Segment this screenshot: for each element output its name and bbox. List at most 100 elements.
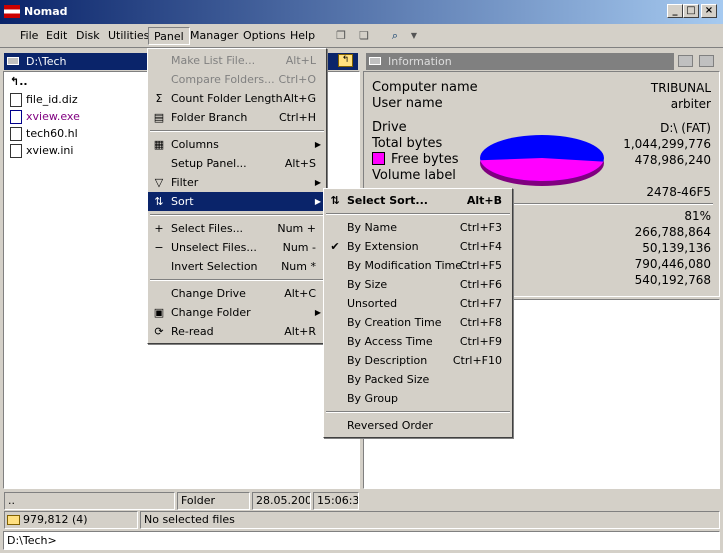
menu-panel[interactable]: Panel [148,27,190,45]
submenu-arrow-icon: ▶ [314,308,321,317]
menu-item-shortcut: Ctrl+O [278,73,316,86]
exe-icon [10,110,22,124]
count-folder-length-icon: Σ [155,92,163,105]
unselect-files-icon: − [154,241,164,254]
file-item[interactable]: xview.exe [10,109,80,125]
menu-item-shortcut: Ctrl+F8 [459,316,502,329]
close-button[interactable]: × [701,4,717,18]
menu-item-label: By Size [347,278,388,291]
menu-item-shortcut: Ctrl+F4 [459,240,502,253]
command-line[interactable]: D:\Tech> [3,531,720,550]
menu-item-shortcut: Num + [277,222,316,235]
sort-item-select-sort[interactable]: ⇅ Select Sort... Alt+B [324,191,512,210]
copy-icon[interactable]: ❐ [331,27,351,45]
menu-item-shortcut: Alt+S [284,157,316,170]
panel-item-invert-selection[interactable]: Invert Selection Num * [148,257,326,276]
menu-item-label: Re-read [171,325,214,338]
maximize-button[interactable]: □ [683,4,699,18]
menu-item-label: By Modification Time [347,259,463,272]
disk-usage-pie [480,135,604,186]
menu-separator [150,130,324,132]
panel-item-folder-branch[interactable]: ▤ Folder Branch Ctrl+H [148,108,326,127]
panel-item-compare-folders[interactable]: Compare Folders... Ctrl+O [148,70,326,89]
menu-item-shortcut: Ctrl+F5 [459,259,502,272]
panel-menu: Make List File... Alt+L Compare Folders...… [147,48,327,344]
menu-item-label: Invert Selection [171,260,258,273]
status-name: .. [4,492,175,510]
panel-item-unselect-files[interactable]: − Unselect Files... Num - [148,238,326,257]
menu-edit[interactable]: Edit [41,27,72,45]
submenu-arrow-icon: ▶ [314,197,321,206]
menu-help[interactable]: Help [285,27,320,45]
submenu-arrow-icon: ▶ [314,178,321,187]
sort-item-by-creation-time[interactable]: By Creation Time Ctrl+F8 [324,313,512,332]
sort-item-by-group[interactable]: By Group [324,389,512,408]
menu-options[interactable]: Options [238,27,290,45]
sort-item-unsorted[interactable]: Unsorted Ctrl+F7 [324,294,512,313]
filter-icon: ▽ [154,176,164,189]
find-icon[interactable]: ⌕ [385,27,405,45]
folder-up-icon[interactable]: ↰ [338,54,353,67]
folder-branch-icon: ▤ [153,111,165,124]
menu-item-shortcut: Num * [281,260,316,273]
menu-item-label: By Access Time [347,335,433,348]
panel-item-filter[interactable]: ▽ Filter ▶ [148,173,326,192]
menu-item-label: By Extension [347,240,419,253]
menu-item-shortcut: Alt+G [283,92,316,105]
left-path[interactable]: D:\Tech [26,55,67,68]
panel-item-change-drive[interactable]: Change Drive Alt+C [148,284,326,303]
sort-item-by-modification-time[interactable]: By Modification Time Ctrl+F5 [324,256,512,275]
sort-item-by-description[interactable]: By Description Ctrl+F10 [324,351,512,370]
sort-item-by-name[interactable]: By Name Ctrl+F3 [324,218,512,237]
bottom-size-status: 979,812 (4) [4,511,138,529]
file-item[interactable]: tech60.hl [10,126,78,142]
panel-item-sort[interactable]: ⇅ Sort ▶ [148,192,326,211]
menu-item-shortcut: Alt+L [285,54,316,67]
panel-item-columns[interactable]: ▦ Columns ▶ [148,135,326,154]
menu-item-shortcut: Num - [282,241,316,254]
panel-item-re-read[interactable]: ⟳ Re-read Alt+R [148,322,326,341]
folder-icon[interactable] [678,55,693,67]
menu-item-shortcut: Ctrl+F6 [459,278,502,291]
menu-separator [150,279,324,281]
status-type: Folder [177,492,250,510]
menu-item-label: Change Drive [171,287,246,300]
paste-icon[interactable]: ❏ [354,27,374,45]
panel-item-select-files[interactable]: + Select Files... Num + [148,219,326,238]
sort-item-reversed-order[interactable]: Reversed Order [324,416,512,435]
parent-dir-item[interactable]: ↰.. [10,74,28,90]
menu-item-shortcut: Ctrl+F3 [459,221,502,234]
sort-item-by-size[interactable]: By Size Ctrl+F6 [324,275,512,294]
menu-disk[interactable]: Disk [71,27,105,45]
drive-icon [7,57,19,65]
columns-icon: ▦ [153,138,165,151]
menu-item-shortcut: Ctrl+H [278,111,316,124]
menu-item-label: Reversed Order [347,419,433,432]
check-icon: ✔ [330,240,340,253]
submenu-arrow-icon: ▶ [314,140,321,149]
sort-item-by-access-time[interactable]: By Access Time Ctrl+F9 [324,332,512,351]
app-icon [4,5,20,18]
panel-item-change-folder[interactable]: ▣ Change Folder ▶ [148,303,326,322]
sort-item-by-extension[interactable]: ✔ By Extension Ctrl+F4 [324,237,512,256]
panel-item-make-list-file[interactable]: Make List File... Alt+L [148,51,326,70]
menu-file[interactable]: File [15,27,43,45]
sort-item-by-packed-size[interactable]: By Packed Size [324,370,512,389]
menu-item-label: By Description [347,354,428,367]
menu-item-label: By Name [347,221,398,234]
file-item[interactable]: file_id.diz [10,92,78,108]
file-item[interactable]: xview.ini [10,143,73,159]
change-folder-icon: ▣ [153,306,165,319]
menu-item-shortcut: Ctrl+F9 [459,335,502,348]
minimize-button[interactable]: _ [667,4,683,18]
menu-utilities[interactable]: Utilities [103,27,154,45]
menu-item-label: Count Folder Length [171,92,283,105]
folder-icon [7,515,20,525]
menu-manager[interactable]: Manager [185,27,243,45]
free-swatch [372,152,385,165]
folder-icon[interactable] [699,55,714,67]
panel-item-setup-panel[interactable]: Setup Panel... Alt+S [148,154,326,173]
file-icon [10,93,22,107]
dropdown-arrow-icon[interactable]: ▼ [404,27,424,45]
panel-item-count-folder-length[interactable]: Σ Count Folder Length Alt+G [148,89,326,108]
